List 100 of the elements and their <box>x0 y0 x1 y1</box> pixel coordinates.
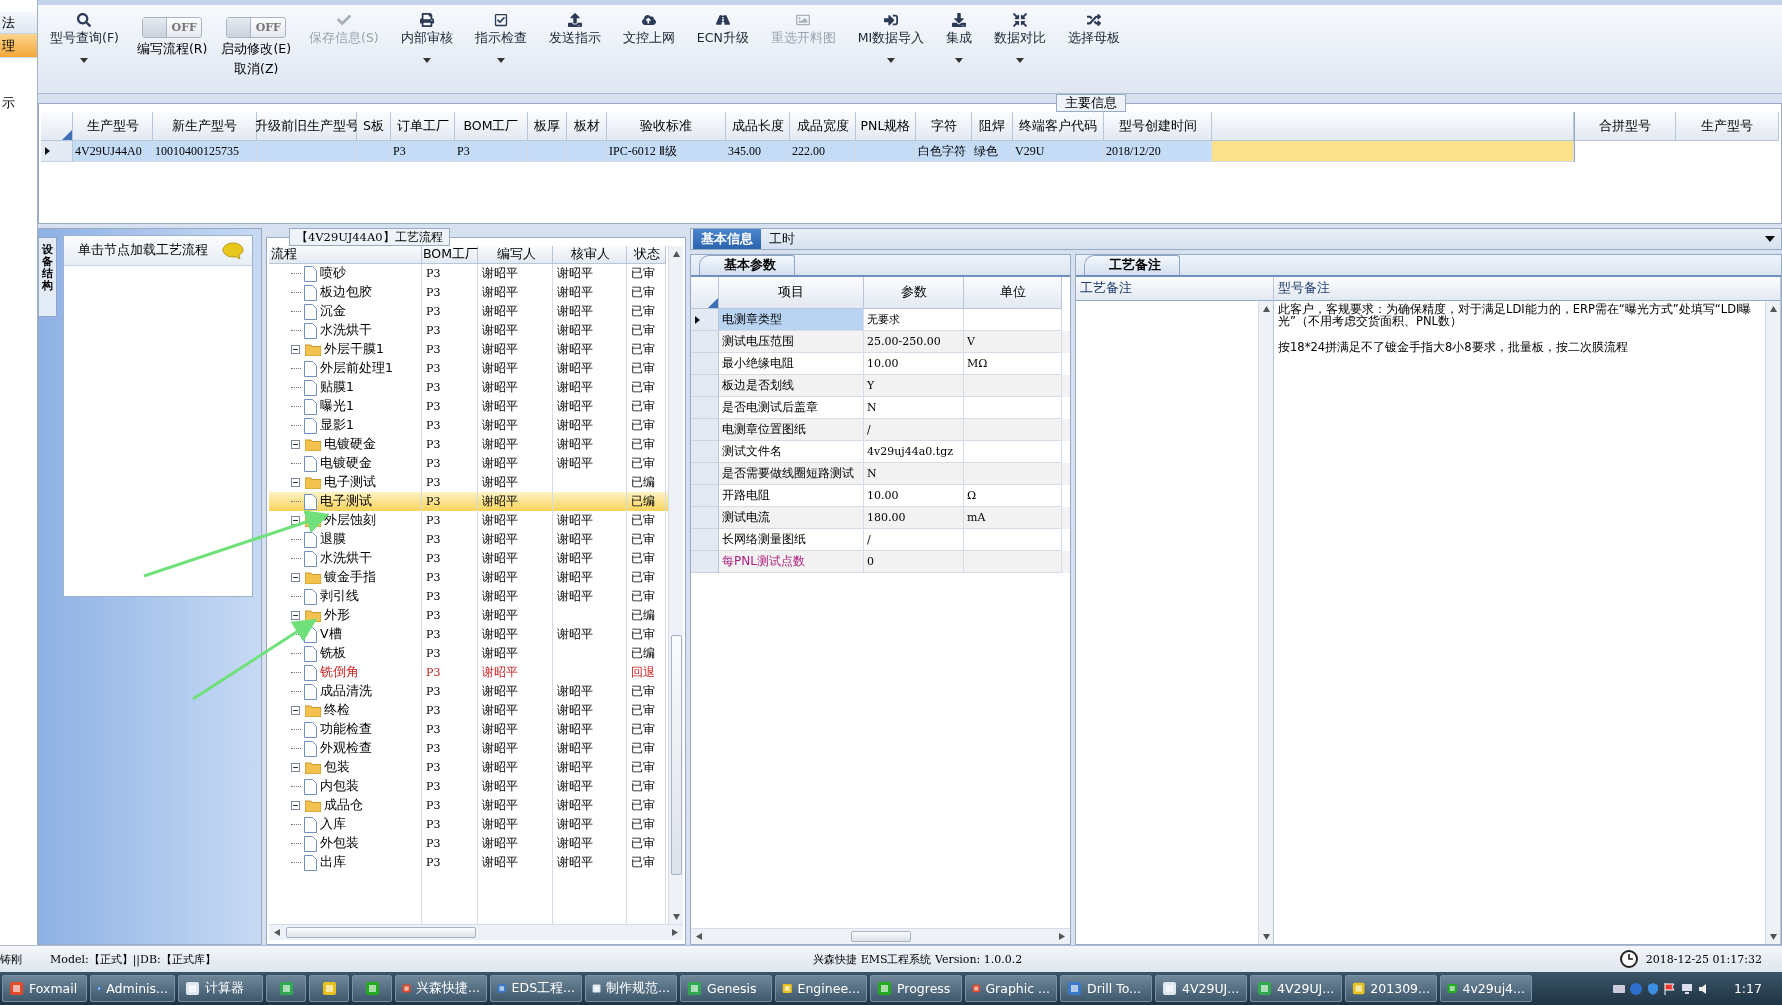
shield-icon[interactable] <box>1645 981 1660 996</box>
table-row[interactable]: 是否需要做线圈短路测试 N <box>691 463 1070 485</box>
flow-row[interactable]: 喷砂 P3 谢昭平 谢昭平 已审 <box>269 264 668 283</box>
table-row[interactable]: 测试电压范围 25.00-250.00 V <box>691 331 1070 353</box>
flow-row[interactable]: 外层前处理1 P3 谢昭平 谢昭平 已审 <box>269 359 668 378</box>
taskbar-button[interactable]: 制作规范... <box>585 975 677 1002</box>
scrollbar[interactable] <box>269 924 683 940</box>
nav-item[interactable]: 示 <box>0 92 37 114</box>
column-header[interactable]: 状态 <box>627 246 666 264</box>
toggle-switch[interactable]: OFF <box>226 17 287 38</box>
taskbar-button[interactable]: Foxmail <box>2 975 87 1002</box>
scrollbar-thumb[interactable] <box>850 931 911 942</box>
flow-row[interactable]: 显影1 P3 谢昭平 谢昭平 已审 <box>269 416 668 435</box>
flow-row[interactable]: 电镀硬金 P3 谢昭平 谢昭平 已审 <box>269 454 668 473</box>
table-cell[interactable]: 0 <box>864 551 964 573</box>
network-icon[interactable] <box>1679 981 1694 996</box>
taskbar-button[interactable]: 4V29UJ... <box>1155 975 1247 1002</box>
scrollbar[interactable] <box>691 928 1070 944</box>
column-header[interactable]: 阻焊 <box>972 112 1013 141</box>
up-arrow-icon[interactable] <box>672 250 680 257</box>
table-row[interactable]: 每PNL测试点数 0 <box>691 551 1070 573</box>
left-arrow-icon[interactable] <box>695 933 702 940</box>
column-header[interactable]: PNL规格 <box>856 112 916 141</box>
taskbar-button[interactable]: Drill To... <box>1060 975 1152 1002</box>
column-header[interactable]: 升级前旧生产型号 <box>257 112 357 141</box>
taskbar-clock[interactable]: 1:17 <box>1733 981 1762 996</box>
table-row[interactable]: 4V29UJ44A0 10010400125735 P3 P3 IPC-6012 Ⅱ级 345.00 222.00 白色字符 绿色 V29U 2018/12/20 <box>41 141 1574 162</box>
toolbar-button[interactable]: 集成 <box>942 11 977 65</box>
taskbar-button[interactable]: Adminis... <box>90 975 175 1002</box>
toolbar-button[interactable]: 型号查询(F) <box>46 11 123 65</box>
taskbar-button[interactable]: Progress <box>870 975 962 1002</box>
column-header[interactable]: 订单工厂 <box>391 112 455 141</box>
flow-row[interactable]: 成品清洗 P3 谢昭平 谢昭平 已审 <box>269 682 668 701</box>
table-row[interactable]: 电测章位置图纸 / <box>691 419 1070 441</box>
flow-row[interactable]: 外形 P3 谢昭平 已编 <box>269 606 668 625</box>
right-arrow-icon[interactable] <box>672 929 679 936</box>
taskbar-button[interactable]: EDS工程... <box>490 975 582 1002</box>
taskbar-button[interactable] <box>266 975 306 1002</box>
column-header[interactable]: 生产型号 <box>73 112 153 141</box>
column-header[interactable]: 编写人 <box>478 246 553 264</box>
flow-row[interactable]: 外观检查 P3 谢昭平 谢昭平 已审 <box>269 739 668 758</box>
toolbar-button[interactable]: MI数据导入 <box>853 11 929 65</box>
flow-row[interactable]: 镀金手指 P3 谢昭平 谢昭平 已审 <box>269 568 668 587</box>
column-header[interactable]: 成品长度 <box>726 112 790 141</box>
toolbar-button[interactable]: 数据对比 <box>990 11 1051 65</box>
tab[interactable]: 工艺备注 <box>1084 255 1180 275</box>
collapse-icon[interactable] <box>291 611 300 620</box>
flow-row[interactable]: 曝光1 P3 谢昭平 谢昭平 已审 <box>269 397 668 416</box>
column-header[interactable]: 项目 <box>719 277 864 309</box>
collapse-icon[interactable] <box>291 440 300 449</box>
vertical-tab[interactable]: 设备结构 <box>39 237 57 317</box>
collapse-icon[interactable] <box>291 763 300 772</box>
collapse-icon[interactable] <box>291 573 300 582</box>
flow-row[interactable]: 沉金 P3 谢昭平 谢昭平 已审 <box>269 302 668 321</box>
flow-row[interactable]: 成品仓 P3 谢昭平 谢昭平 已审 <box>269 796 668 815</box>
flow-row[interactable]: 终检 P3 谢昭平 谢昭平 已审 <box>269 701 668 720</box>
column-header[interactable]: 成品宽度 <box>790 112 856 141</box>
taskbar-button[interactable]: Graphic ... <box>965 975 1057 1002</box>
column-header[interactable]: 单位 <box>964 277 1062 309</box>
collapse-icon[interactable] <box>291 706 300 715</box>
left-arrow-icon[interactable] <box>273 929 280 936</box>
column-header[interactable]: S板 <box>357 112 391 141</box>
taskbar-button[interactable] <box>309 975 349 1002</box>
flow-row[interactable]: 外包装 P3 谢昭平 谢昭平 已审 <box>269 834 668 853</box>
down-arrow-icon[interactable] <box>672 913 680 920</box>
dropdown-icon[interactable] <box>1765 236 1775 242</box>
column-header[interactable]: 新生产型号 <box>153 112 257 141</box>
flow-row[interactable]: 电子测试 P3 谢昭平 已编 <box>269 492 668 511</box>
flow-row[interactable]: 水洗烘干 P3 谢昭平 谢昭平 已审 <box>269 321 668 340</box>
column-header[interactable]: 字符 <box>916 112 972 141</box>
scrollbar[interactable] <box>668 246 683 924</box>
taskbar-button[interactable]: 4v29uj4... <box>1440 975 1532 1002</box>
column-header[interactable]: 核审人 <box>553 246 627 264</box>
scrollbar[interactable] <box>1765 301 1780 944</box>
column-header[interactable]: 验收标准 <box>607 112 726 141</box>
toolbar-button[interactable]: 发送指示 <box>544 11 605 49</box>
flow-row[interactable]: 出库 P3 谢昭平 谢昭平 已审 <box>269 853 668 872</box>
taskbar-button[interactable]: Genesis <box>680 975 772 1002</box>
flow-row[interactable]: 板边包胶 P3 谢昭平 谢昭平 已审 <box>269 283 668 302</box>
tab[interactable]: 工时 <box>761 229 803 249</box>
flow-row[interactable]: 铣板 P3 谢昭平 已编 <box>269 644 668 663</box>
flow-row[interactable]: 电镀硬金 P3 谢昭平 谢昭平 已审 <box>269 435 668 454</box>
flow-row[interactable]: V槽 P3 谢昭平 谢昭平 已审 <box>269 625 668 644</box>
flow-row[interactable]: 水洗烘干 P3 谢昭平 谢昭平 已审 <box>269 549 668 568</box>
tab[interactable]: 基本参数 <box>699 255 795 275</box>
taskbar-button[interactable]: 计算器 <box>178 975 263 1002</box>
toolbar-button[interactable]: 内部审核 <box>396 11 457 65</box>
up-arrow-icon[interactable] <box>1769 305 1777 312</box>
table-row[interactable]: 板边是否划线 Y <box>691 375 1070 397</box>
column-header[interactable]: 生产型号 <box>1676 112 1779 141</box>
taskbar-button[interactable]: Enginee... <box>775 975 867 1002</box>
right-arrow-icon[interactable] <box>1059 933 1066 940</box>
column-header[interactable]: BOM工厂 <box>422 246 478 264</box>
collapse-icon[interactable] <box>291 801 300 810</box>
taskbar-button[interactable]: 4V29UJ... <box>1250 975 1342 1002</box>
down-arrow-icon[interactable] <box>1769 933 1777 940</box>
flow-row[interactable]: 退膜 P3 谢昭平 谢昭平 已审 <box>269 530 668 549</box>
column-header[interactable]: 板材 <box>567 112 607 141</box>
column-header[interactable]: 参数 <box>864 277 964 309</box>
flow-row[interactable]: 包装 P3 谢昭平 谢昭平 已审 <box>269 758 668 777</box>
